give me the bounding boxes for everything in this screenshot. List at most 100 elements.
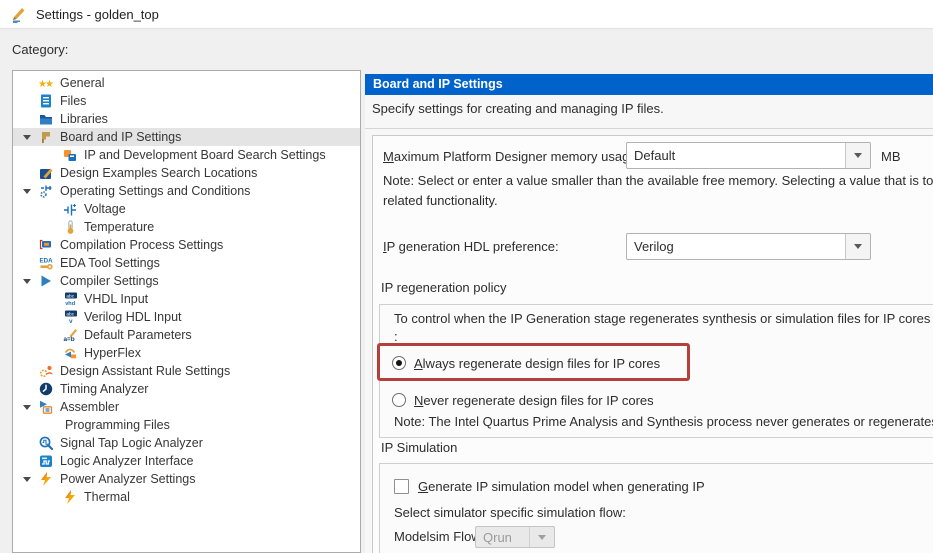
sidebar-item-label: Verilog HDL Input: [84, 310, 182, 324]
hdl-preference-value: Verilog: [634, 239, 674, 254]
sidebar-item-label: Compiler Settings: [60, 274, 159, 288]
thermal-icon: [63, 490, 82, 504]
sidebar-item-label: HyperFlex: [84, 346, 141, 360]
sidebar-item-label: Power Analyzer Settings: [60, 472, 196, 486]
sidebar-item[interactable]: Assembler: [13, 398, 360, 416]
verilog-input-icon: abcv: [63, 310, 82, 324]
sidebar-item-label: Logic Analyzer Interface: [60, 454, 193, 468]
panel-separator: [365, 128, 933, 129]
vhdl-input-icon: abcvhd: [63, 292, 82, 306]
settings-pencil-icon: [10, 5, 28, 23]
simulation-groupbox: Generate IP simulation model when genera…: [379, 463, 933, 553]
compilation-process-icon: [39, 238, 58, 252]
sidebar-item-label: Default Parameters: [84, 328, 192, 342]
sidebar-item-label: Programming Files: [65, 418, 170, 432]
panel-title: Board and IP Settings: [365, 74, 933, 95]
sidebar-item[interactable]: Compiler Settings: [13, 272, 360, 290]
power-analyzer-icon: [39, 472, 58, 486]
memory-note-line1: Note: Select or enter a value smaller th…: [383, 172, 933, 190]
sidebar-item-label: Compilation Process Settings: [60, 238, 223, 252]
modelsim-flow-value: Qrun: [483, 530, 512, 545]
sidebar-item[interactable]: IP and Development Board Search Settings: [13, 146, 360, 164]
sidebar-item[interactable]: Timing Analyzer: [13, 380, 360, 398]
sidebar-item-label: Temperature: [84, 220, 154, 234]
chevron-down-icon[interactable]: [845, 143, 870, 168]
hdl-preference-label: IP generation HDL preference:: [383, 233, 559, 260]
sidebar-item[interactable]: Logic Analyzer Interface: [13, 452, 360, 470]
svg-text:a=b: a=b: [64, 336, 75, 342]
radio-always-regenerate[interactable]: Always regenerate design files for IP co…: [392, 352, 660, 374]
sidebar-item-label: Board and IP Settings: [60, 130, 181, 144]
radio-never-regenerate[interactable]: Never regenerate design files for IP cor…: [392, 389, 654, 411]
sidebar-item[interactable]: abcvhdVHDL Input: [13, 290, 360, 308]
expand-arrow-icon[interactable]: [19, 189, 39, 194]
operating-conditions-icon: [39, 184, 58, 198]
sidebar-item-label: Voltage: [84, 202, 126, 216]
regeneration-description-line1: To control when the IP Generation stage …: [394, 310, 933, 328]
design-examples-icon: [39, 166, 58, 180]
checkbox-icon[interactable]: [394, 479, 409, 494]
expand-arrow-icon[interactable]: [19, 135, 39, 140]
radio-button-icon[interactable]: [392, 393, 406, 407]
sidebar-item[interactable]: Signal Tap Logic Analyzer: [13, 434, 360, 452]
chevron-down-icon: [529, 527, 554, 547]
panel-subtitle: Specify settings for creating and managi…: [372, 101, 664, 116]
sidebar-item[interactable]: Voltage: [13, 200, 360, 218]
category-label: Category:: [12, 42, 68, 57]
modelsim-flow-label: Modelsim Flow: [394, 526, 481, 548]
window-title: Settings - golden_top: [36, 7, 159, 22]
sidebar-item[interactable]: Temperature: [13, 218, 360, 236]
assembler-icon: [39, 400, 58, 414]
board-ip-settings-frame: Maximum Platform Designer memory usage: …: [372, 135, 933, 553]
eda-tool-icon: EDA: [39, 256, 58, 270]
svg-text:abc: abc: [66, 311, 74, 317]
sidebar-item[interactable]: Files: [13, 92, 360, 110]
board-search-icon: [63, 148, 82, 162]
temperature-icon: [63, 220, 82, 234]
sidebar-item[interactable]: a=b Default Parameters: [13, 326, 360, 344]
chevron-down-icon[interactable]: [845, 234, 870, 259]
files-icon: [39, 94, 58, 108]
sidebar-item-label: Operating Settings and Conditions: [60, 184, 250, 198]
generate-ip-sim-checkbox-row[interactable]: Generate IP simulation model when genera…: [394, 477, 705, 495]
simulation-group-title: IP Simulation: [381, 439, 457, 457]
expand-arrow-icon[interactable]: [19, 405, 39, 410]
window-titlebar: Settings - golden_top: [0, 0, 933, 29]
sidebar-item-label: Design Examples Search Locations: [60, 166, 257, 180]
sidebar-item[interactable]: EDAEDA Tool Settings: [13, 254, 360, 272]
sidebar-item-label: IP and Development Board Search Settings: [84, 148, 326, 162]
timing-analyzer-icon: [39, 382, 58, 396]
sidebar-item[interactable]: HyperFlex: [13, 344, 360, 362]
sidebar-item[interactable]: Operating Settings and Conditions: [13, 182, 360, 200]
default-parameters-icon: a=b: [63, 328, 82, 342]
modelsim-flow-dropdown[interactable]: Qrun: [475, 526, 555, 548]
sidebar-item-label: Thermal: [84, 490, 130, 504]
radio-button-selected-icon[interactable]: [392, 356, 406, 370]
regeneration-groupbox: To control when the IP Generation stage …: [379, 304, 933, 438]
sidebar-item[interactable]: Libraries: [13, 110, 360, 128]
sidebar-item[interactable]: Programming Files: [13, 416, 360, 434]
sidebar-item[interactable]: Compilation Process Settings: [13, 236, 360, 254]
sidebar-item[interactable]: ★★General: [13, 74, 360, 92]
expand-arrow-icon[interactable]: [19, 279, 39, 284]
memory-usage-value: Default: [634, 148, 675, 163]
compiler-settings-icon: [39, 274, 58, 288]
sidebar-item-label: Files: [60, 94, 86, 108]
design-assistant-icon: [39, 364, 58, 378]
expand-arrow-icon[interactable]: [19, 477, 39, 482]
sidebar-item-label: Assembler: [60, 400, 119, 414]
regeneration-description-line2: :: [394, 328, 933, 346]
hdl-preference-dropdown[interactable]: Verilog: [626, 233, 871, 260]
sidebar-item-label: General: [60, 76, 104, 90]
svg-text:v: v: [69, 318, 73, 324]
category-tree[interactable]: ★★General Files Libraries Board and IP Sett…: [12, 70, 361, 553]
memory-usage-dropdown[interactable]: Default: [626, 142, 871, 169]
sidebar-item[interactable]: abcvVerilog HDL Input: [13, 308, 360, 326]
sidebar-item-label: Design Assistant Rule Settings: [60, 364, 230, 378]
board-ip-icon: [39, 130, 58, 144]
sidebar-item[interactable]: Design Examples Search Locations: [13, 164, 360, 182]
sidebar-item[interactable]: Design Assistant Rule Settings: [13, 362, 360, 380]
sidebar-item[interactable]: Thermal: [13, 488, 360, 506]
sidebar-item[interactable]: Power Analyzer Settings: [13, 470, 360, 488]
sidebar-item[interactable]: Board and IP Settings: [13, 128, 360, 146]
